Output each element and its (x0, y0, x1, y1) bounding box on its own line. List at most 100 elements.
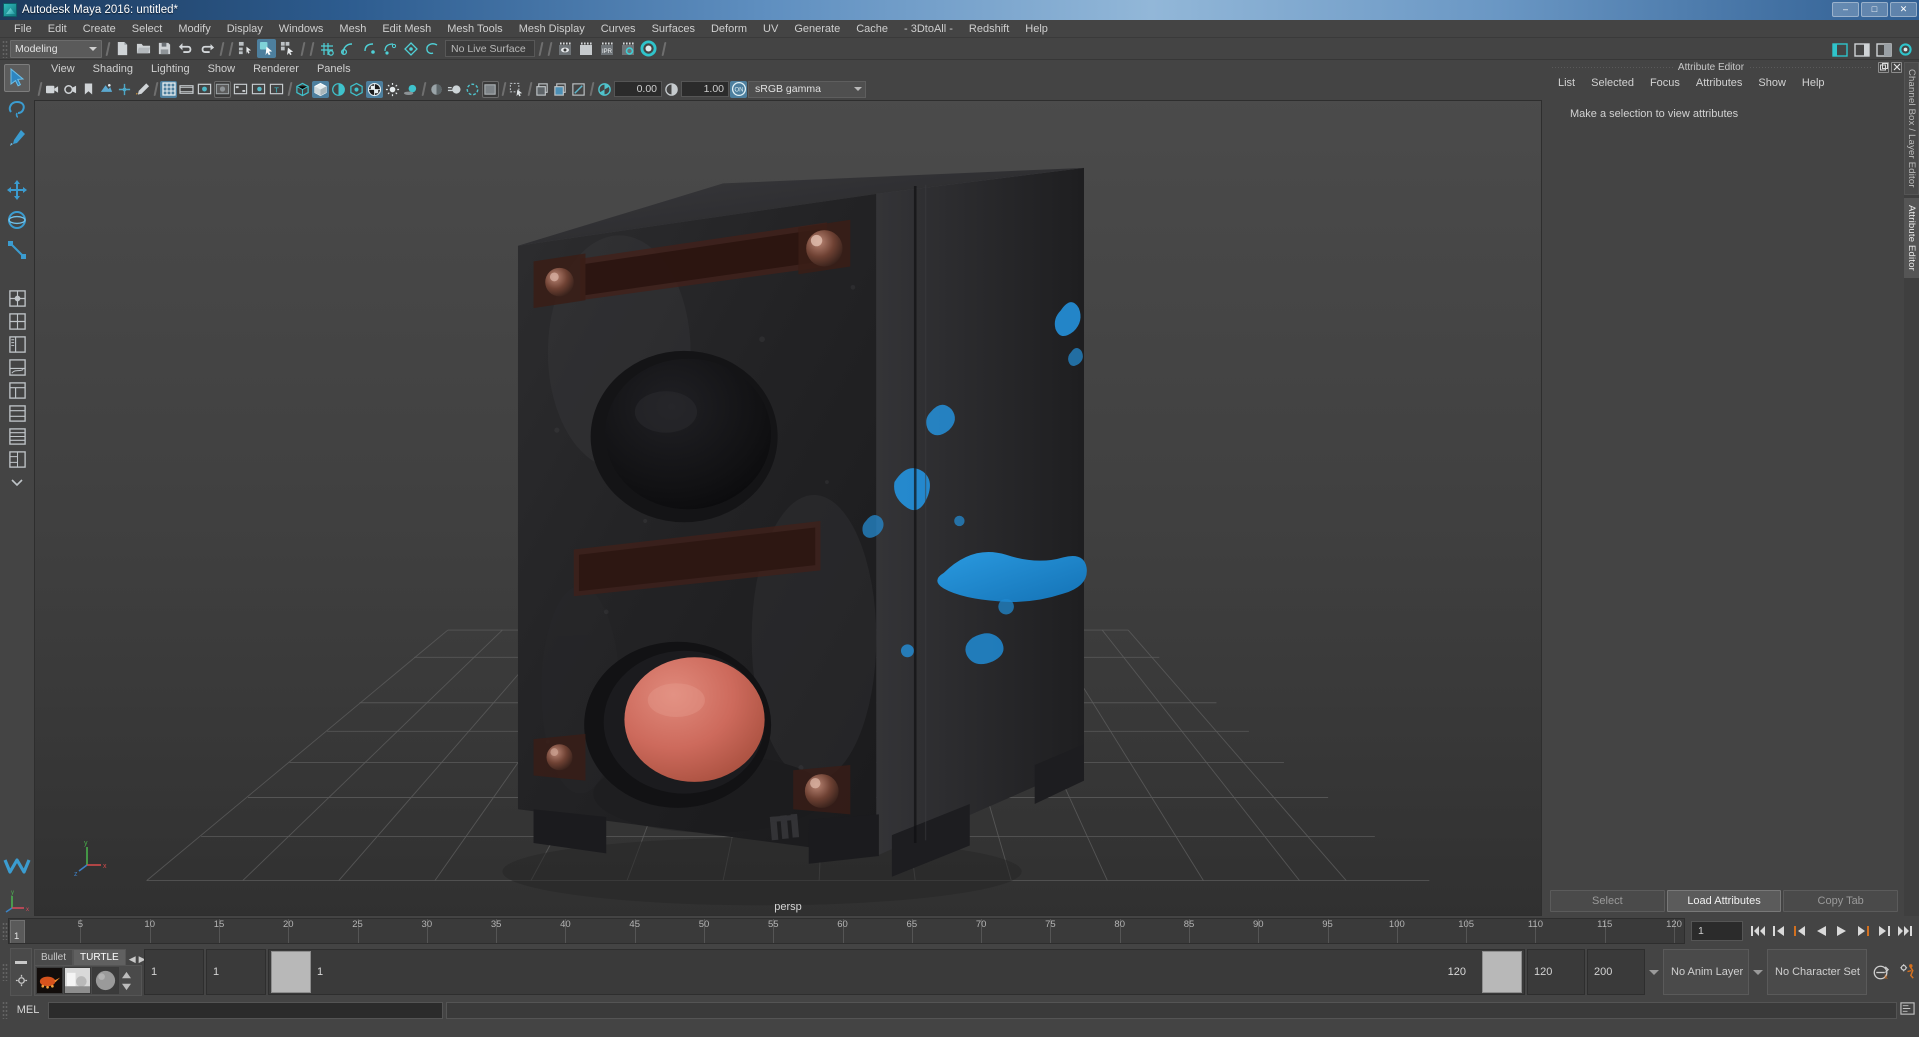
image-plane-icon[interactable] (98, 81, 115, 98)
select-tool[interactable] (4, 64, 30, 92)
copy-tab-button[interactable]: Copy Tab (1783, 890, 1899, 912)
render-view-icon[interactable] (555, 39, 574, 58)
toolbar-separator-3[interactable] (227, 40, 234, 58)
toolbar-separator-6[interactable] (537, 40, 544, 58)
step-back-key-icon[interactable] (1791, 922, 1808, 940)
menu-set-selector[interactable]: Modeling (10, 39, 102, 58)
toolbar-separator-7[interactable] (546, 40, 553, 58)
menu-3dtoall[interactable]: - 3DtoAll - (896, 20, 961, 38)
panel-menu-renderer[interactable]: Renderer (244, 61, 308, 77)
redo-icon[interactable] (197, 39, 216, 58)
step-back-frame-icon[interactable] (1770, 922, 1787, 940)
tab-channel-box-layer-editor[interactable]: Channel Box / Layer Editor (1904, 62, 1919, 195)
resolution-gate-icon[interactable] (196, 81, 213, 98)
menu-help[interactable]: Help (1017, 20, 1056, 38)
panel-menu-panels[interactable]: Panels (308, 61, 360, 77)
toolbar-separator-5[interactable] (308, 40, 315, 58)
exposure-icon[interactable] (596, 81, 613, 98)
select-camera-icon[interactable] (44, 81, 61, 98)
color-management-dropdown[interactable]: sRGB gamma (748, 80, 866, 98)
bookmark-icon[interactable] (80, 81, 97, 98)
snap-to-point-icon[interactable] (359, 39, 378, 58)
checker-texture-icon[interactable] (366, 80, 383, 98)
grease-pencil-icon[interactable] (134, 81, 151, 98)
shelf-collapse-icon[interactable] (14, 952, 28, 970)
grid-toggle-icon[interactable] (160, 80, 177, 98)
scale-tool[interactable] (4, 236, 30, 264)
shelf-tab-bullet[interactable]: Bullet (34, 949, 74, 965)
gate-mask-icon[interactable] (214, 80, 231, 98)
lasso-tool[interactable] (4, 94, 30, 122)
ae-menu-show[interactable]: Show (1750, 75, 1794, 91)
show-hide-ui-icon[interactable] (1830, 40, 1849, 59)
menu-mesh[interactable]: Mesh (331, 20, 374, 38)
color-management-toggle-icon[interactable]: ON (730, 80, 747, 98)
range-slider-track[interactable]: 1 120 (268, 949, 1525, 995)
command-language-label[interactable]: MEL (11, 1004, 45, 1016)
range-end-time-field[interactable]: 120 (1527, 949, 1585, 995)
perspective-viewport[interactable]: y x z persp (34, 100, 1542, 916)
anim-end-time-field[interactable]: 200 (1587, 949, 1645, 995)
menu-display[interactable]: Display (219, 20, 271, 38)
range-start-time-field[interactable]: 1 (206, 949, 266, 995)
range-end-handle[interactable] (1482, 951, 1522, 993)
snap-to-view-plane-icon[interactable] (401, 39, 420, 58)
play-forwards-icon[interactable] (1833, 922, 1850, 940)
animation-preferences-icon[interactable] (1895, 963, 1919, 982)
depth-of-field-icon[interactable] (482, 80, 499, 98)
screen-space-ao-icon[interactable] (428, 81, 445, 98)
turtle-render-icon[interactable] (36, 967, 63, 994)
menu-cache[interactable]: Cache (848, 20, 896, 38)
current-frame-field[interactable]: 1 (1691, 921, 1743, 941)
character-set-dropdown[interactable]: No Character Set (1767, 949, 1867, 995)
paint-select-tool[interactable] (4, 124, 30, 152)
anim-layer-dropdown-arrow[interactable] (1647, 949, 1661, 995)
four-view-layout-icon[interactable] (6, 311, 28, 331)
tool-settings-icon[interactable] (1896, 40, 1915, 59)
xray-icon[interactable] (534, 81, 551, 98)
panel-drag-dots-left[interactable] (1551, 66, 1673, 68)
hypershade-persp-layout-icon[interactable] (6, 380, 28, 400)
new-scene-icon[interactable] (113, 39, 132, 58)
rotate-tool[interactable] (4, 206, 30, 234)
select-by-hierarchy-icon[interactable] (236, 39, 255, 58)
time-slider-track[interactable]: 1 5 10 15 20 25 30 35 40 45 50 55 60 65 70 75 80 85 90 95 1… (8, 918, 1685, 944)
move-tool[interactable] (4, 176, 30, 204)
gamma-icon[interactable] (663, 81, 680, 98)
camera-attributes-icon[interactable] (62, 81, 79, 98)
title-safe-icon[interactable]: T (268, 81, 285, 98)
turtle-material-icon[interactable] (92, 967, 119, 994)
menu-file[interactable]: File (6, 20, 40, 38)
maximize-button[interactable]: □ (1861, 2, 1888, 17)
toolbar-grip-handle[interactable] (2, 39, 8, 58)
menu-select[interactable]: Select (124, 20, 171, 38)
smooth-shade-icon[interactable] (312, 80, 329, 98)
shadows-icon[interactable] (402, 81, 419, 98)
auto-key-icon[interactable]: k (1869, 963, 1893, 982)
close-button[interactable]: ✕ (1890, 2, 1917, 17)
snap-to-projected-center-icon[interactable] (380, 39, 399, 58)
anim-start-time-field[interactable]: 1 (144, 949, 204, 995)
hypershade-icon[interactable] (639, 39, 658, 58)
panel-menu-view[interactable]: View (42, 61, 84, 77)
menu-edit[interactable]: Edit (40, 20, 75, 38)
toolbar-separator-8[interactable] (660, 40, 667, 58)
film-gate-icon[interactable] (178, 81, 195, 98)
ae-menu-help[interactable]: Help (1794, 75, 1833, 91)
xray-active-components-icon[interactable] (570, 81, 587, 98)
open-scene-icon[interactable] (134, 39, 153, 58)
panel-menu-show[interactable]: Show (199, 61, 245, 77)
ae-menu-attributes[interactable]: Attributes (1688, 75, 1750, 91)
menu-edit-mesh[interactable]: Edit Mesh (374, 20, 439, 38)
close-icon[interactable] (1891, 61, 1902, 73)
panel-menu-lighting[interactable]: Lighting (142, 61, 199, 77)
more-layouts-icon[interactable] (6, 472, 28, 492)
xray-joints-icon[interactable] (552, 81, 569, 98)
three-pane-layout-icon[interactable] (6, 449, 28, 469)
two-d-pan-zoom-icon[interactable] (116, 81, 133, 98)
go-to-end-icon[interactable] (1896, 922, 1913, 940)
menu-surfaces[interactable]: Surfaces (644, 20, 703, 38)
toolbar-separator-4[interactable] (299, 40, 306, 58)
menu-redshift[interactable]: Redshift (961, 20, 1017, 38)
anim-layer-dropdown[interactable]: No Anim Layer (1663, 949, 1749, 995)
